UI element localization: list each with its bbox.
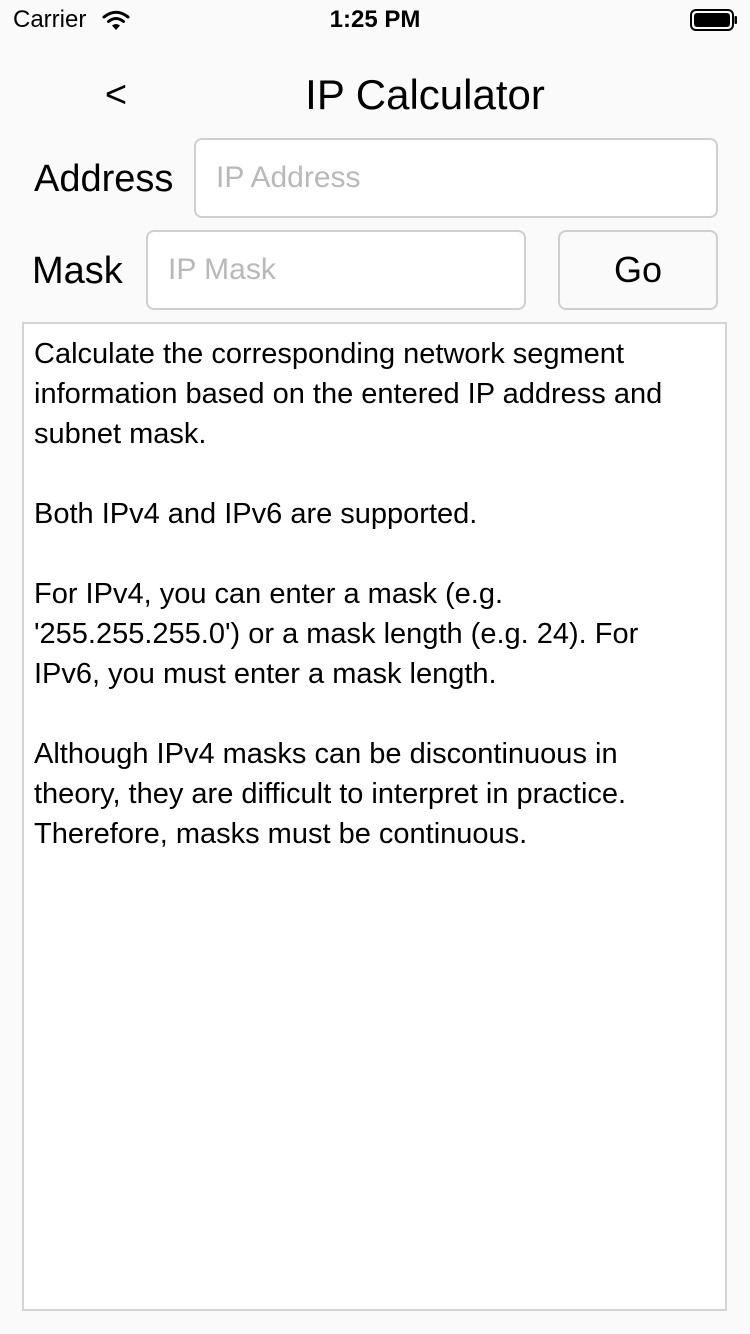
info-paragraph: Although IPv4 masks can be discontinuous… — [34, 738, 627, 850]
page-title: IP Calculator — [305, 71, 545, 118]
info-text-view[interactable]: Calculate the corresponding network segm… — [22, 322, 727, 1311]
go-button[interactable]: Go — [558, 230, 718, 310]
ip-address-input[interactable] — [194, 138, 718, 218]
status-time: 1:25 PM — [329, 6, 421, 33]
address-label: Address — [34, 158, 174, 200]
mask-label: Mask — [32, 250, 123, 292]
info-paragraph: Calculate the corresponding network segm… — [34, 338, 663, 450]
battery-full-icon — [690, 9, 737, 31]
back-button[interactable]: < — [96, 70, 136, 120]
ip-mask-input[interactable] — [146, 230, 526, 310]
status-bar: Carrier 1:25 PM — [0, 0, 750, 40]
info-paragraph: For IPv4, you can enter a mask (e.g. '25… — [34, 578, 639, 690]
info-paragraph: Both IPv4 and IPv6 are supported. — [34, 498, 478, 530]
